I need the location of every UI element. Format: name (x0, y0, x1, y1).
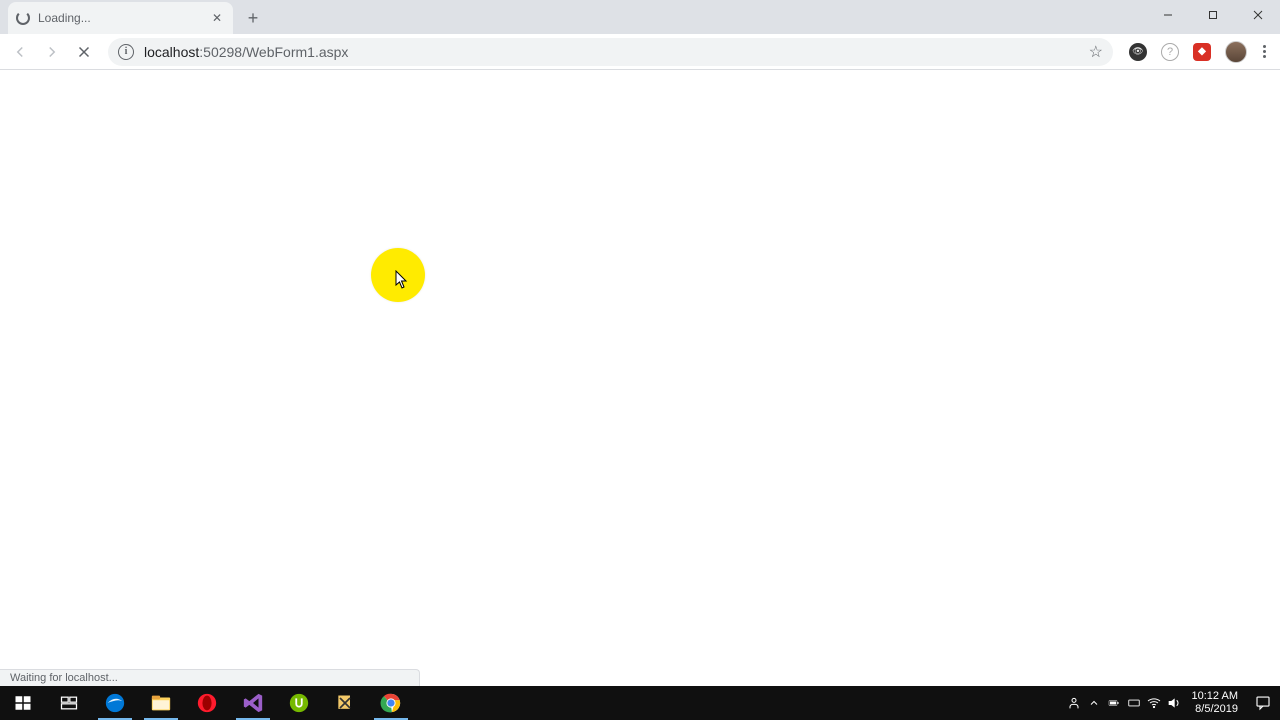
taskbar-utorrent-icon[interactable] (276, 686, 322, 720)
close-tab-button[interactable]: ✕ (209, 10, 225, 26)
taskbar-file-explorer-icon[interactable] (138, 686, 184, 720)
tab-strip: Loading... ✕ + (0, 0, 1280, 34)
url-host: localhost (144, 44, 199, 60)
forward-button[interactable] (38, 38, 66, 66)
taskbar-edge-icon[interactable] (92, 686, 138, 720)
url-path: :50298/WebForm1.aspx (199, 44, 348, 60)
profile-avatar[interactable] (1225, 41, 1247, 63)
site-info-icon[interactable]: i (118, 44, 134, 60)
extension-icons: 👁 ? ◆ (1123, 41, 1274, 63)
browser-tab[interactable]: Loading... ✕ (8, 2, 233, 34)
windows-taskbar: 10:12 AM 8/5/2019 (0, 686, 1280, 720)
browser-menu-button[interactable] (1261, 45, 1268, 58)
taskbar-opera-icon[interactable] (184, 686, 230, 720)
maximize-button[interactable] (1190, 0, 1235, 30)
address-bar[interactable]: i localhost:50298/WebForm1.aspx ☆ (108, 38, 1113, 66)
browser-chrome: Loading... ✕ + i (0, 0, 1280, 70)
new-tab-button[interactable]: + (239, 4, 267, 32)
taskbar-tools-icon[interactable] (322, 686, 368, 720)
wifi-tray-icon[interactable] (1144, 686, 1164, 720)
page-content (0, 70, 1280, 684)
extension-blocker-icon[interactable]: ◆ (1193, 43, 1211, 61)
taskbar-visual-studio-icon[interactable] (230, 686, 276, 720)
people-tray-icon[interactable] (1064, 686, 1084, 720)
taskbar-chrome-icon[interactable] (368, 686, 414, 720)
tab-title: Loading... (38, 11, 209, 25)
taskbar-clock[interactable]: 10:12 AM 8/5/2019 (1184, 690, 1246, 716)
volume-tray-icon[interactable] (1164, 686, 1184, 720)
loading-spinner-icon (16, 11, 30, 25)
clock-time: 10:12 AM (1192, 690, 1238, 703)
task-view-button[interactable] (46, 686, 92, 720)
taskbar-left (0, 686, 414, 720)
battery-tray-icon[interactable] (1104, 686, 1124, 720)
bookmark-star-icon[interactable]: ☆ (1089, 42, 1103, 62)
browser-toolbar: i localhost:50298/WebForm1.aspx ☆ 👁 ? ◆ (0, 34, 1280, 70)
minimize-button[interactable] (1145, 0, 1190, 30)
extension-icon-1[interactable]: 👁 (1129, 43, 1147, 61)
extension-help-icon[interactable]: ? (1161, 43, 1179, 61)
start-button[interactable] (0, 686, 46, 720)
close-window-button[interactable] (1235, 0, 1280, 30)
status-bar: Waiting for localhost... (0, 669, 420, 686)
window-controls (1145, 0, 1280, 30)
keyboard-tray-icon[interactable] (1124, 686, 1144, 720)
action-center-button[interactable] (1246, 686, 1280, 720)
url-text: localhost:50298/WebForm1.aspx (144, 44, 1081, 60)
stop-reload-button[interactable] (70, 38, 98, 66)
clock-date: 8/5/2019 (1192, 703, 1238, 716)
tray-expand-icon[interactable] (1084, 686, 1104, 720)
cursor-highlight (371, 248, 425, 302)
back-button[interactable] (6, 38, 34, 66)
taskbar-right: 10:12 AM 8/5/2019 (1064, 686, 1280, 720)
